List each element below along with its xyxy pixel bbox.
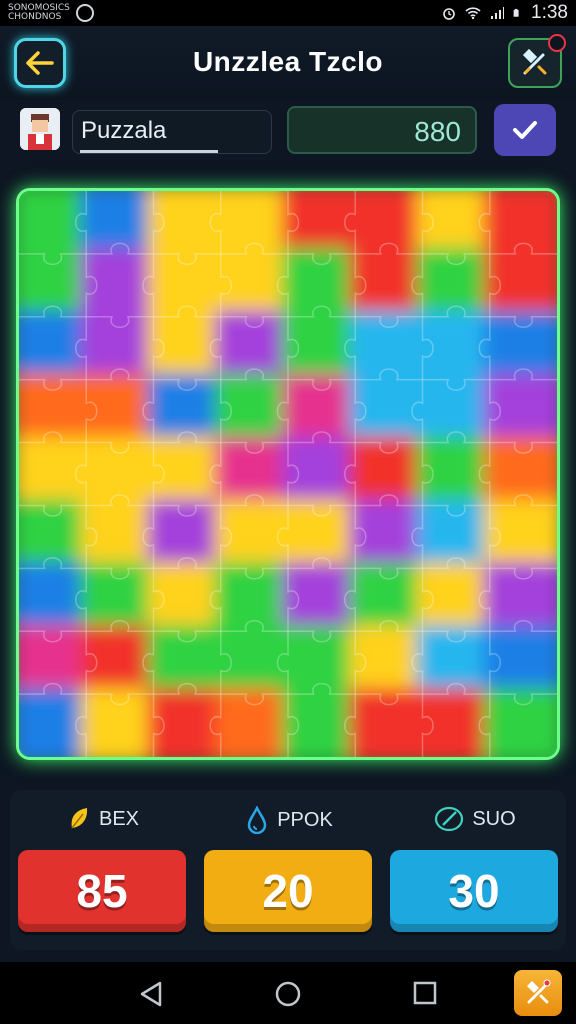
square-recents-icon[interactable] [412, 980, 438, 1006]
stat-ppok-label: PPOK [277, 808, 333, 831]
system-nav-bar [0, 962, 576, 1024]
check-icon [513, 121, 537, 139]
pen-icon [435, 806, 464, 832]
puzzle-piece[interactable] [483, 688, 557, 757]
hammer-wrench-icon [527, 979, 551, 1004]
score-input[interactable]: 880 [287, 106, 477, 154]
drop-icon [247, 806, 267, 834]
circle-home-icon[interactable] [274, 980, 302, 1008]
bottom-tools-button[interactable] [514, 970, 562, 1016]
stat-ppok-label-row: PPOK [204, 806, 374, 834]
status-logo-line2: CHONDNOS [8, 12, 62, 22]
player-name-input[interactable]: Puzzala [72, 110, 272, 154]
status-bar: SONOMOSICS CHONDNOS 1:38 [0, 0, 576, 26]
player-row: Puzzala 880 [0, 100, 576, 162]
page-title: Unzzlea Tzclo [192, 46, 384, 77]
puzzle-board-canvas[interactable] [19, 191, 557, 757]
hammer-wrench-icon [522, 48, 547, 75]
stat-bex-label: BEX [98, 807, 140, 830]
status-right: 1:38 [441, 2, 568, 24]
signal-icon [491, 7, 505, 19]
avatar[interactable] [20, 108, 60, 150]
avatar-image [20, 108, 60, 150]
stat-suo-label-row: SUO [390, 806, 560, 832]
status-left: SONOMOSICS CHONDNOS [8, 4, 94, 22]
status-time: 1:38 [531, 2, 568, 23]
alarm-icon [443, 8, 455, 20]
stat-ppok: PPOK 20 [204, 790, 374, 950]
notification-dot [548, 34, 566, 52]
wifi-icon [465, 7, 481, 20]
stat-bex-label-row: BEX [18, 806, 188, 832]
app-header: Unzzlea Tzclo [0, 26, 576, 100]
triangle-back-icon[interactable] [138, 980, 164, 1008]
stat-ppok-value[interactable]: 20 [204, 850, 372, 932]
puzzle-board[interactable] [16, 188, 560, 760]
tools-button[interactable] [508, 34, 566, 88]
stat-bex: BEX 85 [18, 790, 188, 950]
stat-suo-label: SUO [472, 807, 516, 830]
leaf-icon [71, 808, 88, 829]
status-logo: SONOMOSICS CHONDNOS [8, 4, 70, 22]
status-app-icon [75, 4, 94, 22]
stats-panel: BEX 85 PPOK 20 SUO 30 [10, 790, 566, 950]
stat-suo: SUO 30 [390, 790, 560, 950]
name-input-underline [80, 150, 218, 153]
battery-icon [513, 8, 519, 17]
stat-bex-value[interactable]: 85 [18, 850, 186, 932]
confirm-button[interactable] [494, 104, 556, 156]
stat-suo-value[interactable]: 30 [390, 850, 558, 932]
